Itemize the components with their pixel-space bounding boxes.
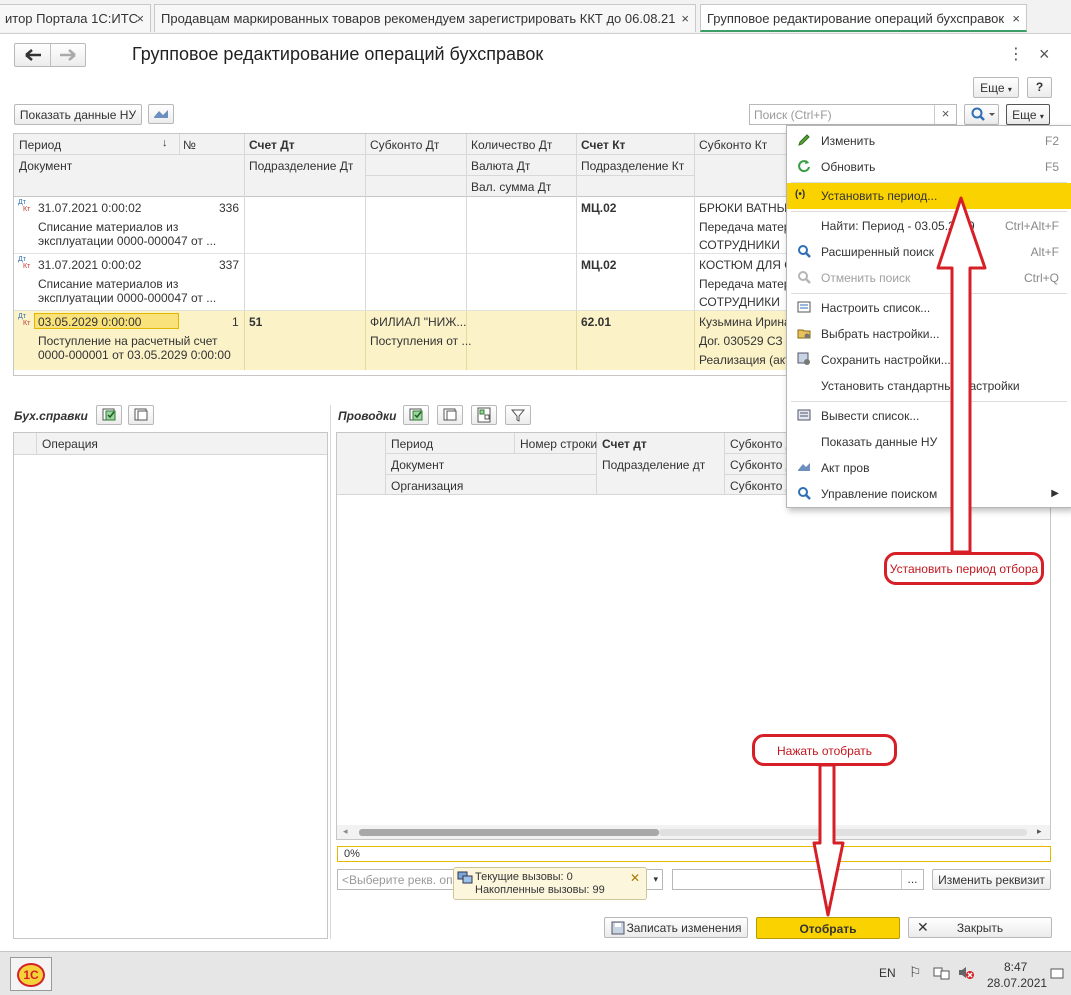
taskbar-app-1c[interactable]: 1С (10, 957, 52, 991)
flag-icon[interactable]: ⚐ (909, 964, 922, 981)
clock-time[interactable]: 8:47 (1004, 960, 1027, 974)
language-indicator[interactable]: EN (879, 966, 896, 980)
annotation-press-select: Нажать отобрать (752, 734, 897, 766)
volume-muted-icon[interactable] (957, 965, 975, 981)
notification-icon[interactable] (1050, 968, 1064, 980)
taskbar: 1С EN ⚐ 8:47 28.07.2021 (0, 951, 1071, 995)
annotation-set-period: Установить период отбора (884, 552, 1044, 585)
clock-date[interactable]: 28.07.2021 (987, 976, 1047, 990)
onec-logo-icon: 1С (17, 963, 45, 987)
annotation-arrows (812, 196, 987, 917)
network-icon[interactable] (933, 965, 951, 981)
